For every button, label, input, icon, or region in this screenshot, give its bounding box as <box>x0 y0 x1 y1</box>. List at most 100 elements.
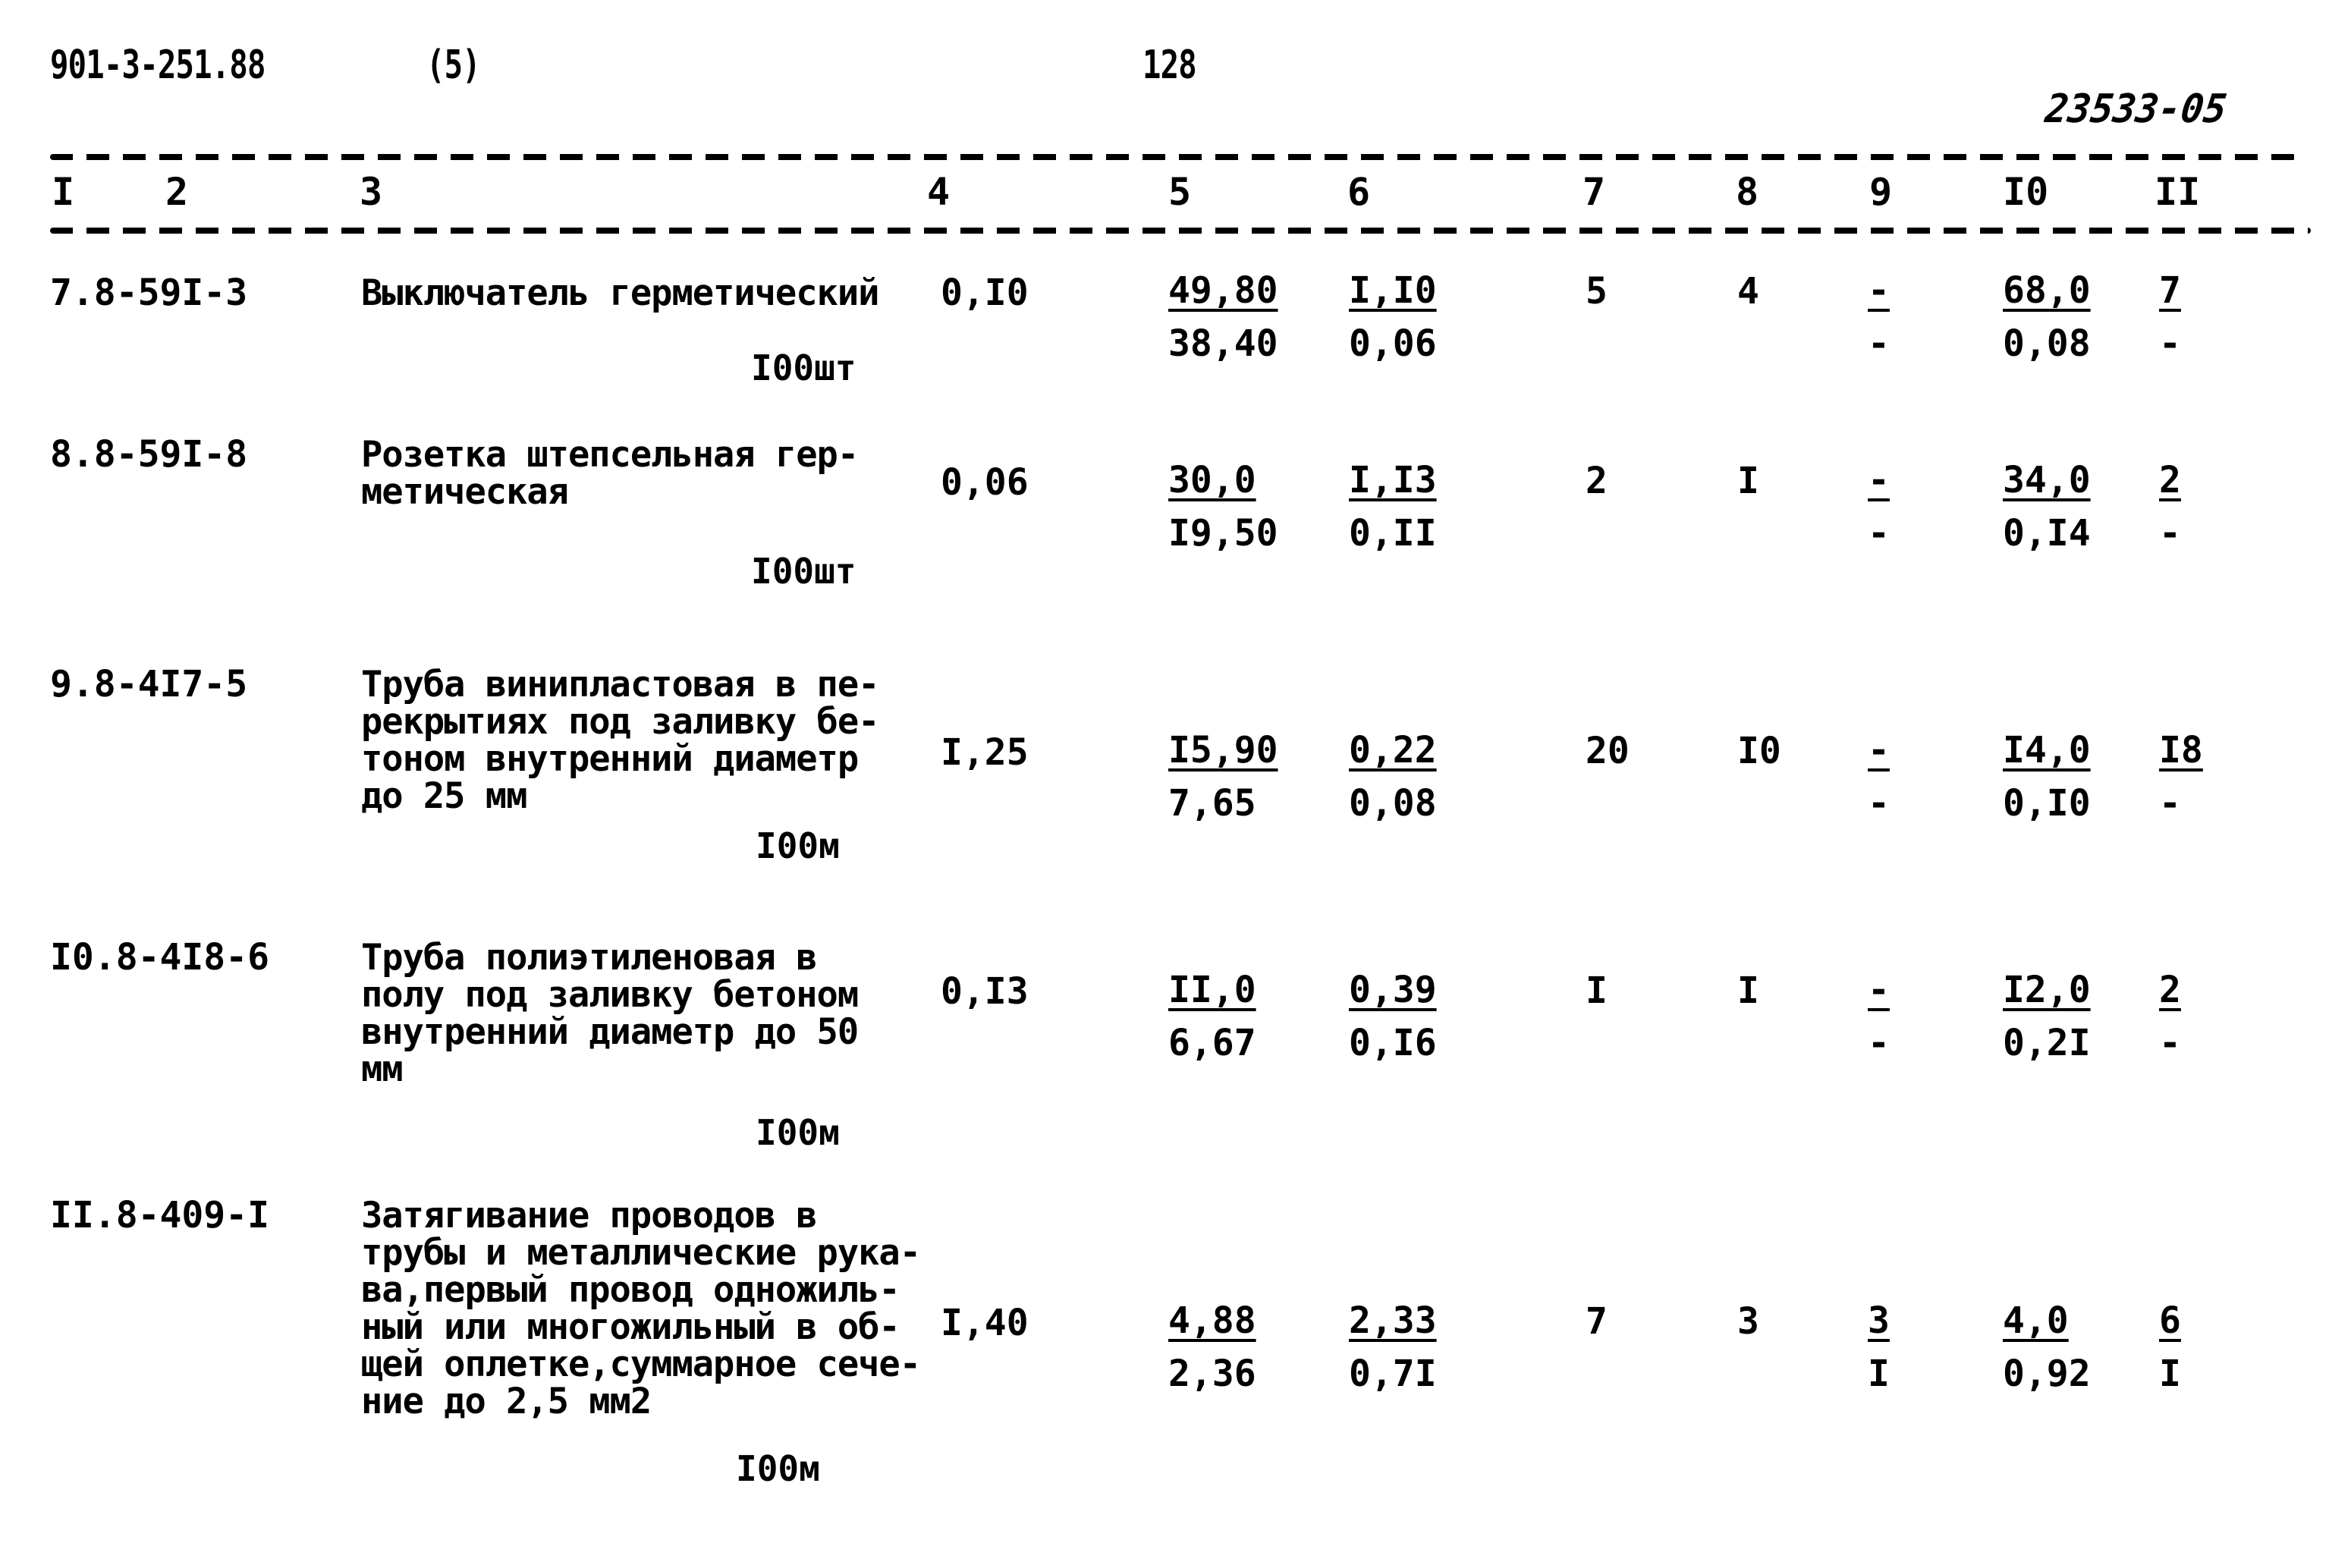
row-description: Выключатель герметический <box>361 272 879 314</box>
section-number: (5) <box>426 42 481 88</box>
row-unit: I00шт <box>751 551 856 592</box>
row-c5-fraction: 49,80 38,40 <box>1168 264 1278 370</box>
row-number-code: 9.8-4I7-5 <box>50 663 248 705</box>
column-header-5: 5 <box>1168 170 1192 214</box>
row-c9-top: - <box>1868 269 1890 312</box>
column-header-8: 8 <box>1736 170 1759 214</box>
row-description: Розетка штепсельная гер- метическая <box>361 434 859 513</box>
row-c5-bottom: 7,65 <box>1168 782 1256 825</box>
row-c11-fraction: 6I <box>2159 1294 2181 1400</box>
row-c11-top: 2 <box>2159 459 2181 501</box>
row-c9-fraction: -- <box>1868 454 1890 560</box>
row-c6-bottom: 0,7I <box>1349 1353 1437 1395</box>
row-c7: I <box>1586 969 1608 1012</box>
row-quantity: 0,I3 <box>941 970 1029 1013</box>
row-c9-bottom: I <box>1868 1353 1890 1395</box>
row-c5-bottom: 2,36 <box>1168 1353 1256 1395</box>
row-c9-top: - <box>1868 459 1890 501</box>
row-c11-top: 2 <box>2159 969 2181 1011</box>
row-c6-top: I,I0 <box>1349 269 1437 312</box>
row-c10-fraction: 68,0 0,08 <box>2003 264 2091 370</box>
row-c5-top: II,0 <box>1168 969 1256 1011</box>
row-c10-bottom: 0,2I <box>2003 1022 2091 1064</box>
row-description: Труба винипластовая в пе- рекрытиях под … <box>361 664 879 817</box>
row-c6-bottom: 0,06 <box>1349 322 1437 365</box>
row-c10-top: 68,0 <box>2003 269 2091 312</box>
row-c10-fraction: 34,0 0,I4 <box>2003 454 2091 560</box>
row-c8: I <box>1737 460 1759 502</box>
row-c6-bottom: 0,I6 <box>1349 1022 1437 1064</box>
row-c7: 2 <box>1586 460 1608 502</box>
row-c9-fraction: -- <box>1868 264 1890 370</box>
row-c9-bottom: - <box>1868 322 1890 365</box>
row-c11-fraction: 2- <box>2159 963 2181 1070</box>
row-c9-top: - <box>1868 969 1890 1011</box>
row-c10-bottom: 0,92 <box>2003 1353 2091 1395</box>
row-c8: 4 <box>1737 270 1759 313</box>
row-description: Труба полиэтиленовая в полу под заливку … <box>361 937 859 1090</box>
row-c10-fraction: I4,0 0,I0 <box>2003 724 2091 830</box>
column-header-1: I <box>52 170 75 214</box>
row-c9-top: - <box>1868 729 1890 771</box>
row-quantity: I,40 <box>941 1302 1029 1344</box>
row-c10-top: I2,0 <box>2003 969 2091 1011</box>
row-c6-top: I,I3 <box>1349 459 1437 501</box>
row-c9-top: 3 <box>1868 1299 1890 1342</box>
row-unit: I00м <box>756 825 840 866</box>
row-c11-fraction: 2- <box>2159 454 2181 560</box>
column-header-11: II <box>2155 170 2201 214</box>
row-c6-bottom: 0,II <box>1349 512 1437 555</box>
row-c11-top: 6 <box>2159 1299 2181 1342</box>
row-c11-bottom: - <box>2159 322 2181 365</box>
row-c11-fraction: 7- <box>2159 264 2181 370</box>
row-c5-top: 30,0 <box>1168 459 1256 501</box>
document-code: 901-3-251.88 <box>50 42 266 88</box>
row-c10-fraction: I2,0 0,2I <box>2003 963 2091 1070</box>
row-c10-bottom: 0,08 <box>2003 322 2091 365</box>
row-c5-top: 49,80 <box>1168 269 1278 312</box>
row-c6-bottom: 0,08 <box>1349 782 1437 825</box>
row-c11-bottom: - <box>2159 1022 2181 1064</box>
row-c10-fraction: 4,0 0,92 <box>2003 1294 2091 1400</box>
column-header-7: 7 <box>1583 170 1606 214</box>
row-c5-fraction: I5,90 7,65 <box>1168 724 1278 830</box>
row-c9-fraction: 3I <box>1868 1294 1890 1400</box>
row-c10-top: I4,0 <box>2003 729 2091 771</box>
row-c11-top: 7 <box>2159 269 2181 312</box>
row-c5-top: I5,90 <box>1168 729 1278 771</box>
row-c11-bottom: - <box>2159 512 2181 555</box>
archive-stamp: 23533-05 <box>2042 86 2230 132</box>
row-c8: I0 <box>1737 730 1781 772</box>
row-number-code: 7.8-59I-3 <box>50 272 248 314</box>
row-c6-fraction: 0,22 0,08 <box>1349 724 1437 830</box>
row-c6-fraction: I,I0 0,06 <box>1349 264 1437 370</box>
row-c7: 7 <box>1586 1300 1608 1343</box>
row-quantity: 0,06 <box>941 461 1029 504</box>
row-c6-top: 0,39 <box>1349 969 1437 1011</box>
row-c5-fraction: 4,88 2,36 <box>1168 1294 1256 1400</box>
row-c10-bottom: 0,I4 <box>2003 512 2091 555</box>
row-c9-bottom: - <box>1868 1022 1890 1064</box>
row-c6-fraction: 2,33 0,7I <box>1349 1294 1437 1400</box>
row-c5-fraction: II,0 6,67 <box>1168 963 1256 1070</box>
row-c5-bottom: 38,40 <box>1168 322 1278 365</box>
row-quantity: I,25 <box>941 731 1029 774</box>
row-number-code: 8.8-59I-8 <box>50 433 248 476</box>
row-c6-fraction: I,I3 0,II <box>1349 454 1437 560</box>
row-unit: I00шт <box>751 347 856 388</box>
row-c9-bottom: - <box>1868 782 1890 825</box>
row-unit: I00м <box>736 1448 820 1489</box>
row-c9-bottom: - <box>1868 512 1890 555</box>
row-c5-top: 4,88 <box>1168 1299 1256 1342</box>
row-c8: I <box>1737 969 1759 1012</box>
column-header-4: 4 <box>927 170 951 214</box>
row-c6-fraction: 0,39 0,I6 <box>1349 963 1437 1070</box>
row-c7: 20 <box>1586 730 1630 772</box>
row-c5-fraction: 30,0 I9,50 <box>1168 454 1278 560</box>
row-c11-bottom: - <box>2159 782 2181 825</box>
row-c10-top: 4,0 <box>2003 1299 2069 1342</box>
row-number-code: II.8-409-I <box>50 1194 269 1236</box>
column-header-6: 6 <box>1347 170 1371 214</box>
row-unit: I00м <box>756 1112 840 1153</box>
column-header-9: 9 <box>1869 170 1893 214</box>
